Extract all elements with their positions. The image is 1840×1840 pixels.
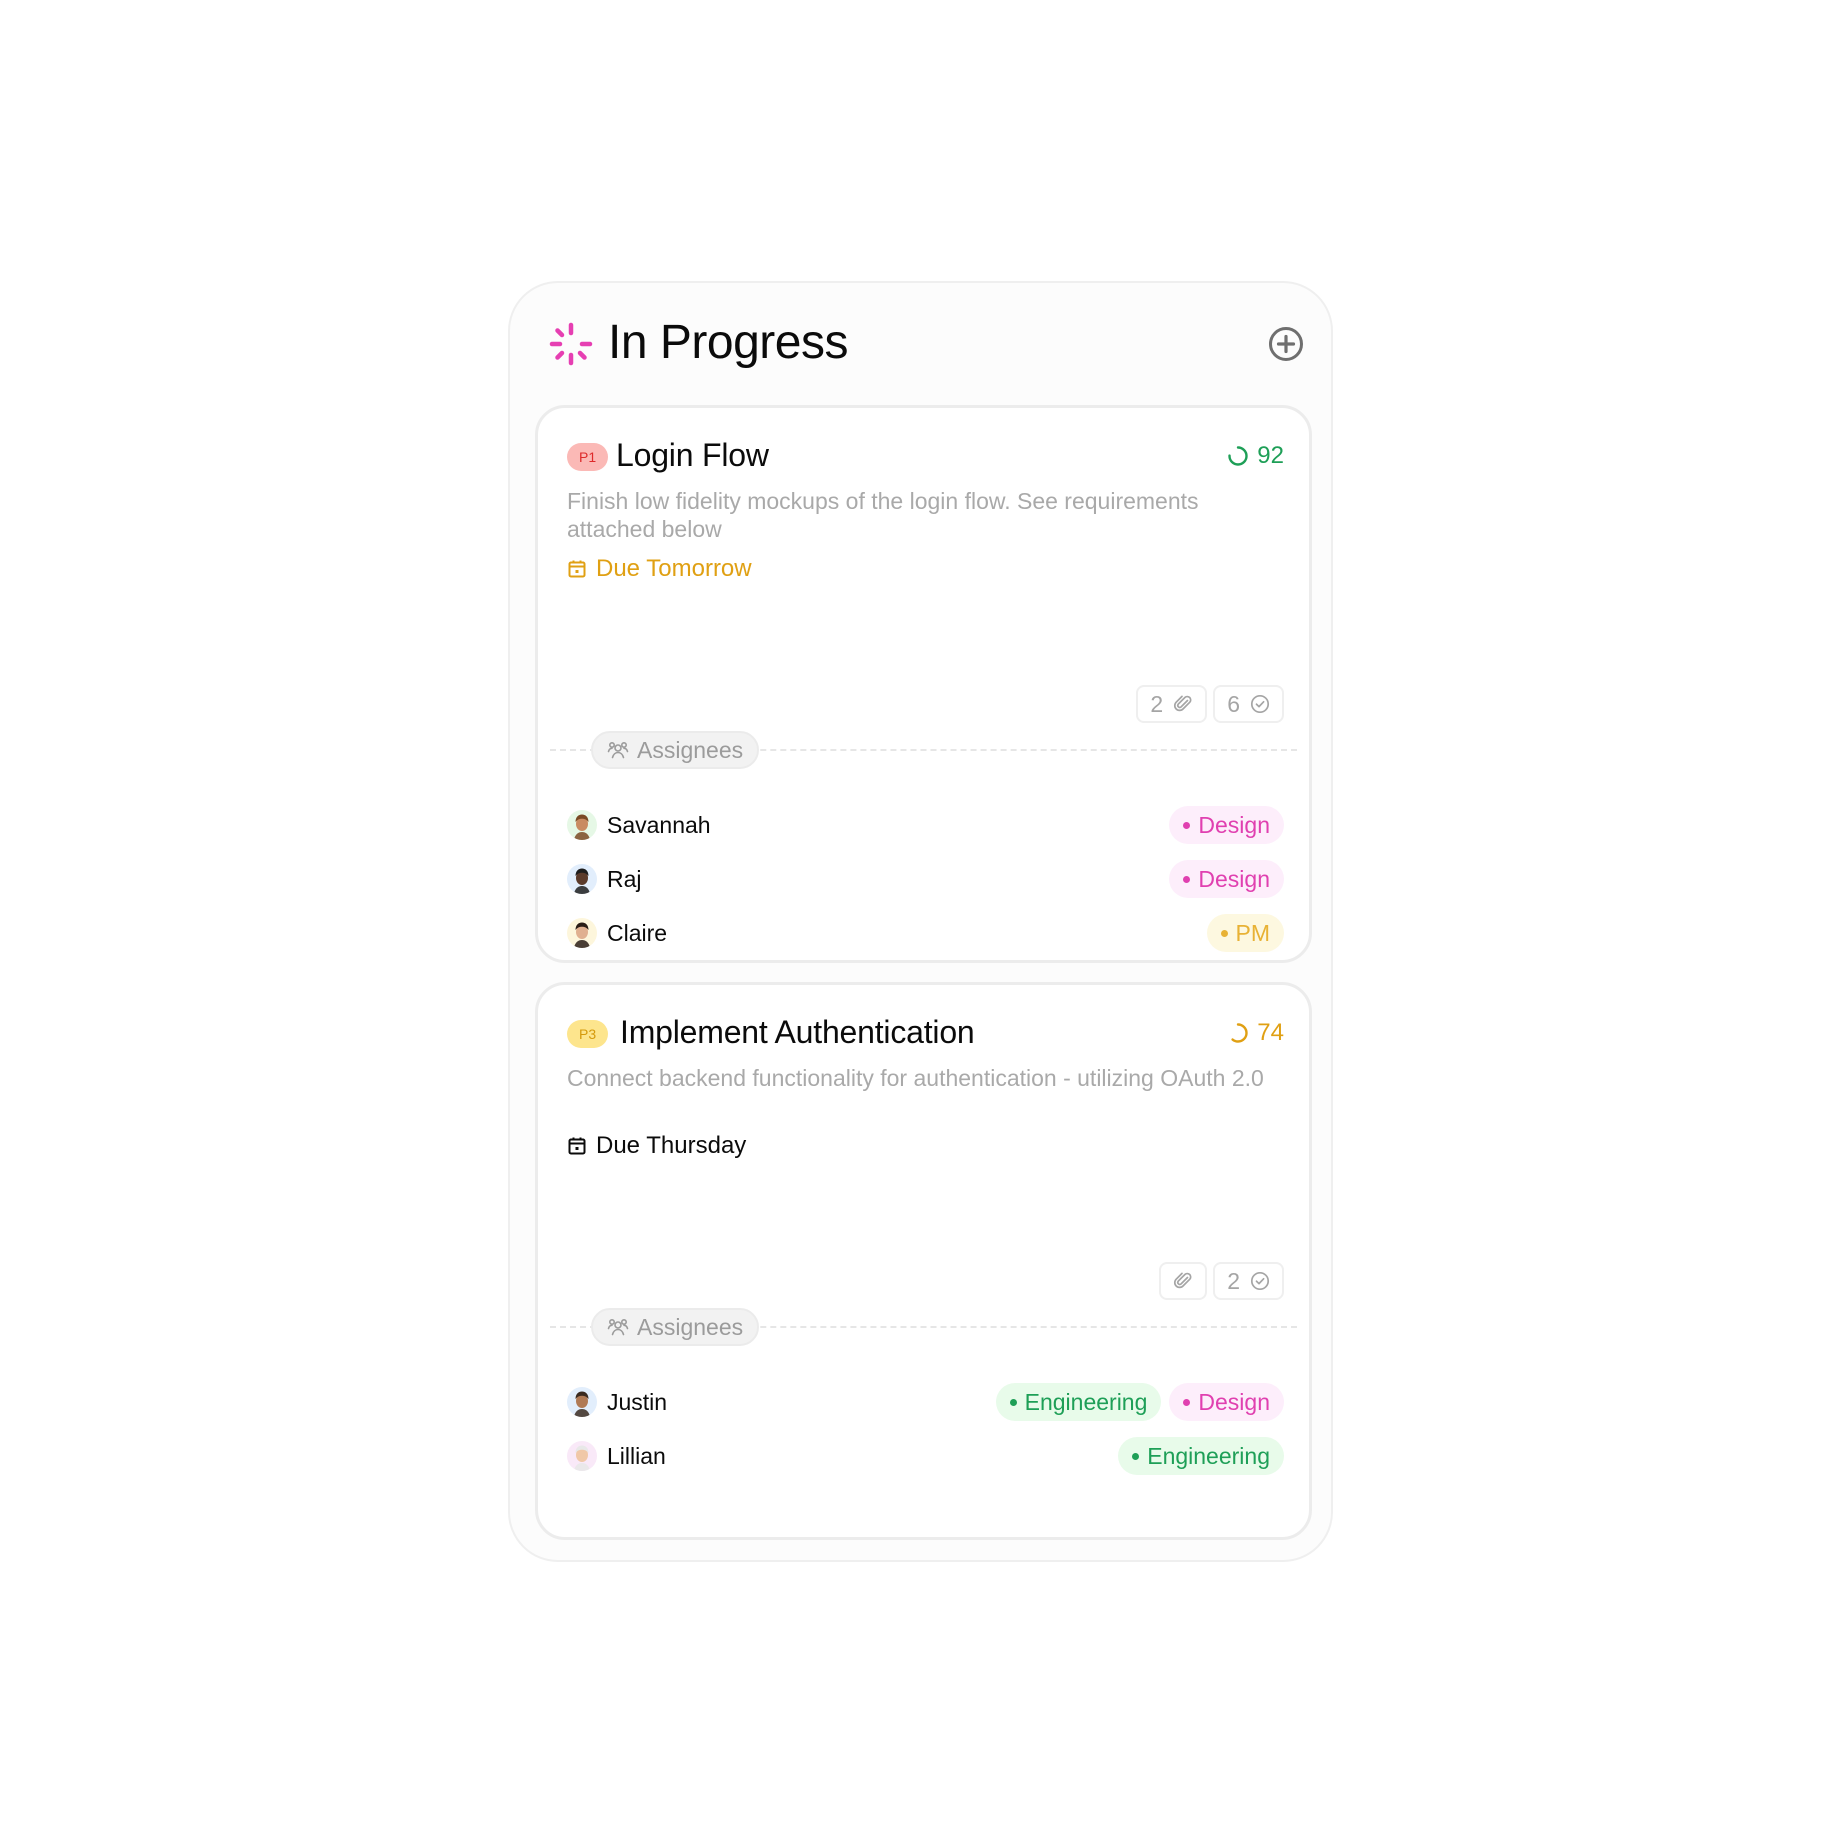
avatar-icon	[574, 1445, 590, 1471]
assignee: Claire	[567, 918, 667, 948]
avatar	[567, 918, 597, 948]
role-tag-engineering[interactable]: Engineering	[1118, 1437, 1284, 1475]
progress-value: 74	[1257, 1019, 1284, 1046]
paperclip-icon	[1174, 1272, 1192, 1289]
progress-indicator: 92	[1227, 441, 1284, 471]
assignee: Justin	[567, 1387, 667, 1417]
paperclip-icon	[1174, 695, 1192, 712]
priority-badge: P3	[567, 1020, 609, 1048]
priority-badge: P1	[567, 443, 609, 471]
due-date-label: Due Thursday	[596, 1132, 747, 1159]
avatar	[567, 864, 597, 894]
role-tags: Engineering	[1118, 1437, 1284, 1475]
role-tag-pm[interactable]: PM	[1206, 914, 1284, 952]
role-tags: Design	[1169, 806, 1284, 844]
assignee-list: Savannah Design Raj Design Claire PM	[567, 798, 1284, 960]
assignee-list: Justin Engineering Design Lillian Engineerin…	[567, 1375, 1284, 1483]
users-icon	[607, 1318, 629, 1336]
assignee-name: Savannah	[607, 811, 711, 838]
tag-label: PM	[1235, 919, 1271, 946]
role-tags: Engineering Design	[995, 1383, 1284, 1421]
avatar-icon	[574, 814, 590, 840]
spinner-icon	[549, 322, 593, 366]
tag-label: Design	[1198, 811, 1270, 838]
assignee: Savannah	[567, 810, 711, 840]
column-title: In Progress	[608, 316, 848, 369]
checklist-counter[interactable]: 2	[1213, 1262, 1284, 1300]
attachments-count: 2	[1150, 690, 1164, 717]
task-counters: 2	[1159, 1262, 1284, 1300]
tag-dot-icon	[1183, 875, 1191, 883]
avatar	[567, 1441, 597, 1471]
tag-dot-icon	[1183, 1398, 1191, 1406]
assignee-name: Raj	[607, 865, 642, 892]
calendar-icon	[568, 1137, 586, 1155]
tag-label: Design	[1198, 1388, 1270, 1415]
add-task-button[interactable]	[1268, 326, 1304, 362]
tag-label: Engineering	[1024, 1388, 1148, 1415]
progress-ring-icon	[1228, 446, 1248, 466]
task-counters: 2 6	[1136, 685, 1284, 723]
tag-dot-icon	[1220, 929, 1228, 937]
role-tags: Design	[1169, 860, 1284, 898]
assignee-row[interactable]: Raj Design	[567, 852, 1284, 906]
tag-dot-icon	[1132, 1452, 1140, 1460]
attachments-counter[interactable]: 2	[1136, 685, 1208, 723]
tag-label: Design	[1198, 865, 1270, 892]
due-date: Due Thursday	[567, 1131, 746, 1161]
task-card[interactable]: P1 Login Flow 92 Finish low fidelity moc…	[535, 405, 1312, 963]
avatar-icon	[574, 922, 590, 948]
role-tag-design[interactable]: Design	[1169, 1383, 1284, 1421]
due-date: Due Tomorrow	[567, 554, 752, 584]
progress-indicator: 74	[1227, 1018, 1284, 1048]
avatar-icon	[574, 1391, 590, 1417]
progress-ring-icon	[1228, 1023, 1248, 1043]
calendar-icon	[568, 560, 586, 578]
task-title: Implement Authentication	[620, 1014, 975, 1050]
assignees-label-pill: Assignees	[591, 1308, 760, 1346]
task-description: Finish low fidelity mockups of the login…	[567, 488, 1199, 542]
assignee-row[interactable]: Savannah Design	[567, 798, 1284, 852]
task-description: Connect backend functionality for authen…	[567, 1065, 1264, 1091]
assignee-row[interactable]: Lillian Engineering	[567, 1429, 1284, 1483]
role-tag-design[interactable]: Design	[1169, 860, 1284, 898]
assignees-label: Assignees	[637, 736, 744, 763]
task-title: Login Flow	[616, 437, 769, 473]
role-tag-engineering[interactable]: Engineering	[995, 1383, 1162, 1421]
users-icon	[607, 741, 629, 759]
assignee: Raj	[567, 864, 642, 894]
assignee: Lillian	[567, 1441, 666, 1471]
role-tag-design[interactable]: Design	[1169, 806, 1284, 844]
check-circle-icon	[1250, 1271, 1270, 1291]
assignee-name: Claire	[607, 919, 668, 946]
due-date-label: Due Tomorrow	[596, 555, 752, 582]
assignee-row[interactable]: Claire PM	[567, 906, 1284, 960]
avatar-icon	[574, 868, 590, 894]
column-header: In Progress	[510, 283, 1331, 407]
task-card[interactable]: P3 Implement Authentication 74 Connect b…	[535, 982, 1312, 1540]
assignee-row[interactable]: Justin Engineering Design	[567, 1375, 1284, 1429]
checklist-counter[interactable]: 6	[1213, 685, 1284, 723]
attachments-counter[interactable]	[1159, 1262, 1208, 1300]
in-progress-column: In Progress P1 Login Flow 92 Finish low …	[508, 281, 1333, 1562]
assignee-name: Justin	[607, 1388, 668, 1415]
assignees-label: Assignees	[637, 1313, 744, 1340]
tag-label: Engineering	[1147, 1442, 1270, 1469]
avatar	[567, 1387, 597, 1417]
assignee-name: Lillian	[607, 1442, 666, 1469]
assignees-label-pill: Assignees	[591, 731, 760, 769]
role-tags: PM	[1206, 914, 1284, 952]
tag-dot-icon	[1183, 821, 1191, 829]
avatar	[567, 810, 597, 840]
tag-dot-icon	[1009, 1398, 1017, 1406]
checklist-count: 6	[1227, 690, 1240, 717]
progress-value: 92	[1257, 442, 1284, 469]
check-circle-icon	[1250, 694, 1270, 714]
checklist-count: 2	[1227, 1267, 1240, 1294]
